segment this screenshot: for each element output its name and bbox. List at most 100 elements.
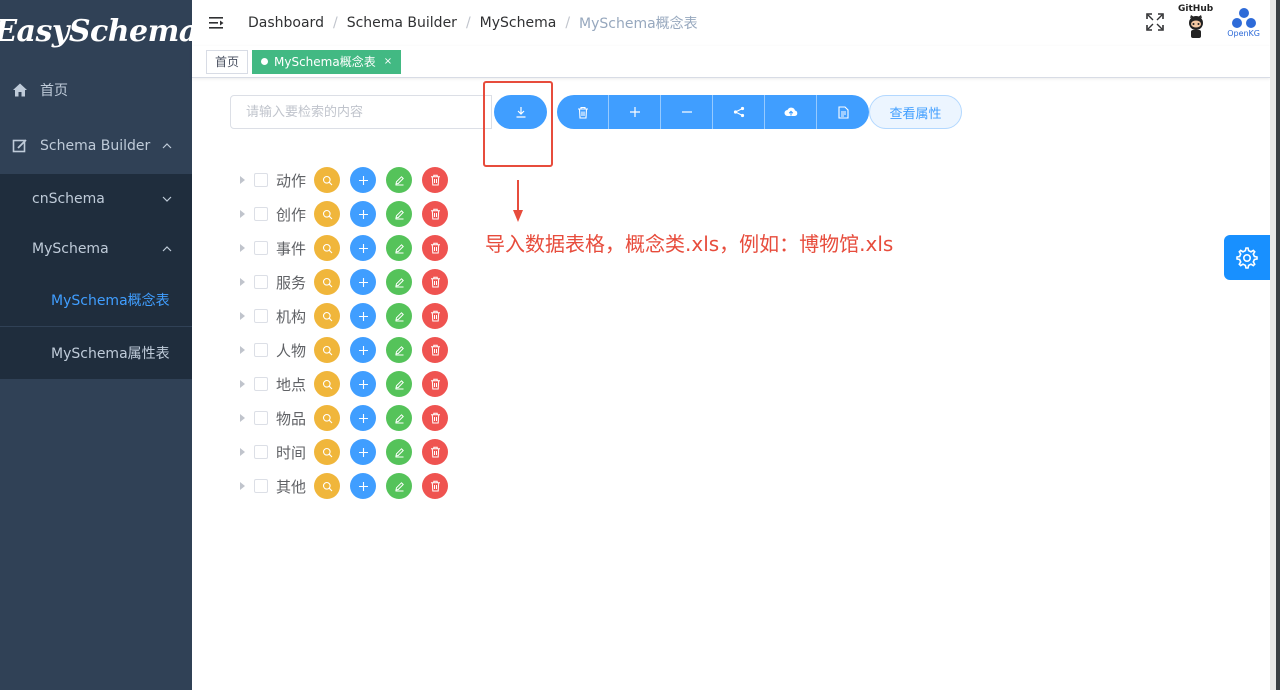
tree-node[interactable]: 机构 [236, 299, 458, 333]
caret-right-icon[interactable] [240, 414, 245, 422]
tree-node[interactable]: 其他 [236, 469, 458, 503]
add-child-button[interactable] [350, 439, 376, 465]
node-checkbox[interactable] [254, 479, 268, 493]
caret-right-icon[interactable] [240, 346, 245, 354]
hamburger-icon[interactable] [208, 14, 226, 32]
node-label: 物品 [276, 409, 307, 428]
caret-right-icon[interactable] [240, 210, 245, 218]
delete-node-button[interactable] [422, 201, 448, 227]
add-child-button[interactable] [350, 405, 376, 431]
delete-node-button[interactable] [422, 405, 448, 431]
remove-button[interactable] [661, 95, 713, 129]
app-logo[interactable]: EasySchema [0, 0, 198, 62]
edit-node-button[interactable] [386, 371, 412, 397]
tag-home[interactable]: 首页 [206, 49, 249, 74]
search-node-button[interactable] [314, 269, 340, 295]
delete-node-button[interactable] [422, 439, 448, 465]
document-button[interactable] [817, 95, 869, 129]
edit-node-button[interactable] [386, 167, 412, 193]
add-child-button[interactable] [350, 235, 376, 261]
sidebar-item-home[interactable]: 首页 [0, 62, 192, 118]
add-child-button[interactable] [350, 473, 376, 499]
delete-node-button[interactable] [422, 269, 448, 295]
delete-node-button[interactable] [422, 473, 448, 499]
delete-node-button[interactable] [422, 337, 448, 363]
delete-node-button[interactable] [422, 235, 448, 261]
tree-node[interactable]: 时间 [236, 435, 458, 469]
caret-right-icon[interactable] [240, 482, 245, 490]
tree-node[interactable]: 事件 [236, 231, 458, 265]
search-input[interactable] [230, 95, 492, 129]
search-node-button[interactable] [314, 235, 340, 261]
tag-myschema-concepts[interactable]: MySchema概念表 × [252, 49, 402, 74]
sidebar-item-myschema-concepts[interactable]: MySchema概念表 [0, 274, 192, 326]
edit-node-button[interactable] [386, 439, 412, 465]
close-icon[interactable]: × [384, 56, 392, 67]
delete-button[interactable] [557, 95, 609, 129]
upload-button[interactable] [765, 95, 817, 129]
caret-right-icon[interactable] [240, 176, 245, 184]
tree-node[interactable]: 地点 [236, 367, 458, 401]
search-node-button[interactable] [314, 201, 340, 227]
node-checkbox[interactable] [254, 173, 268, 187]
sidebar-item-myschema[interactable]: MySchema [0, 224, 192, 274]
sidebar-item-cnschema[interactable]: cnSchema [0, 174, 192, 224]
delete-node-button[interactable] [422, 167, 448, 193]
settings-button[interactable] [1224, 235, 1270, 280]
delete-node-button[interactable] [422, 371, 448, 397]
search-node-button[interactable] [314, 439, 340, 465]
caret-right-icon[interactable] [240, 244, 245, 252]
search-node-button[interactable] [314, 337, 340, 363]
node-checkbox[interactable] [254, 377, 268, 391]
search-node-button[interactable] [314, 303, 340, 329]
edit-node-button[interactable] [386, 235, 412, 261]
edit-node-button[interactable] [386, 303, 412, 329]
trash-icon [430, 344, 441, 356]
caret-right-icon[interactable] [240, 448, 245, 456]
add-button[interactable] [609, 95, 661, 129]
tree-node[interactable]: 服务 [236, 265, 458, 299]
tree-node[interactable]: 创作 [236, 197, 458, 231]
tree-node[interactable]: 物品 [236, 401, 458, 435]
node-checkbox[interactable] [254, 207, 268, 221]
github-link[interactable]: GitHub [1178, 4, 1213, 40]
node-checkbox[interactable] [254, 343, 268, 357]
node-checkbox[interactable] [254, 411, 268, 425]
node-checkbox[interactable] [254, 309, 268, 323]
edit-node-button[interactable] [386, 269, 412, 295]
tree-node[interactable]: 动作 [236, 163, 458, 197]
sidebar-item-schema-builder[interactable]: Schema Builder [0, 118, 192, 174]
node-checkbox[interactable] [254, 241, 268, 255]
add-child-button[interactable] [350, 371, 376, 397]
openkg-link[interactable]: OpenKG [1227, 7, 1260, 38]
edit-node-button[interactable] [386, 405, 412, 431]
edit-node-button[interactable] [386, 473, 412, 499]
caret-right-icon[interactable] [240, 380, 245, 388]
add-child-button[interactable] [350, 337, 376, 363]
node-checkbox[interactable] [254, 445, 268, 459]
node-checkbox[interactable] [254, 275, 268, 289]
search-node-button[interactable] [314, 405, 340, 431]
sidebar-item-myschema-properties[interactable]: MySchema属性表 [0, 327, 192, 379]
edit-node-button[interactable] [386, 201, 412, 227]
plus-icon [358, 447, 369, 458]
share-button[interactable] [713, 95, 765, 129]
add-child-button[interactable] [350, 269, 376, 295]
breadcrumb-schema-builder[interactable]: Schema Builder [347, 15, 457, 31]
add-child-button[interactable] [350, 201, 376, 227]
search-node-button[interactable] [314, 167, 340, 193]
fullscreen-icon[interactable] [1146, 13, 1164, 31]
breadcrumb-myschema[interactable]: MySchema [480, 15, 557, 31]
search-node-button[interactable] [314, 473, 340, 499]
breadcrumb-dashboard[interactable]: Dashboard [248, 15, 324, 31]
view-properties-button[interactable]: 查看属性 [869, 95, 962, 129]
delete-node-button[interactable] [422, 303, 448, 329]
caret-right-icon[interactable] [240, 278, 245, 286]
edit-node-button[interactable] [386, 337, 412, 363]
search-node-button[interactable] [314, 371, 340, 397]
tree-node[interactable]: 人物 [236, 333, 458, 367]
caret-right-icon[interactable] [240, 312, 245, 320]
add-child-button[interactable] [350, 167, 376, 193]
import-button[interactable] [494, 95, 547, 129]
add-child-button[interactable] [350, 303, 376, 329]
